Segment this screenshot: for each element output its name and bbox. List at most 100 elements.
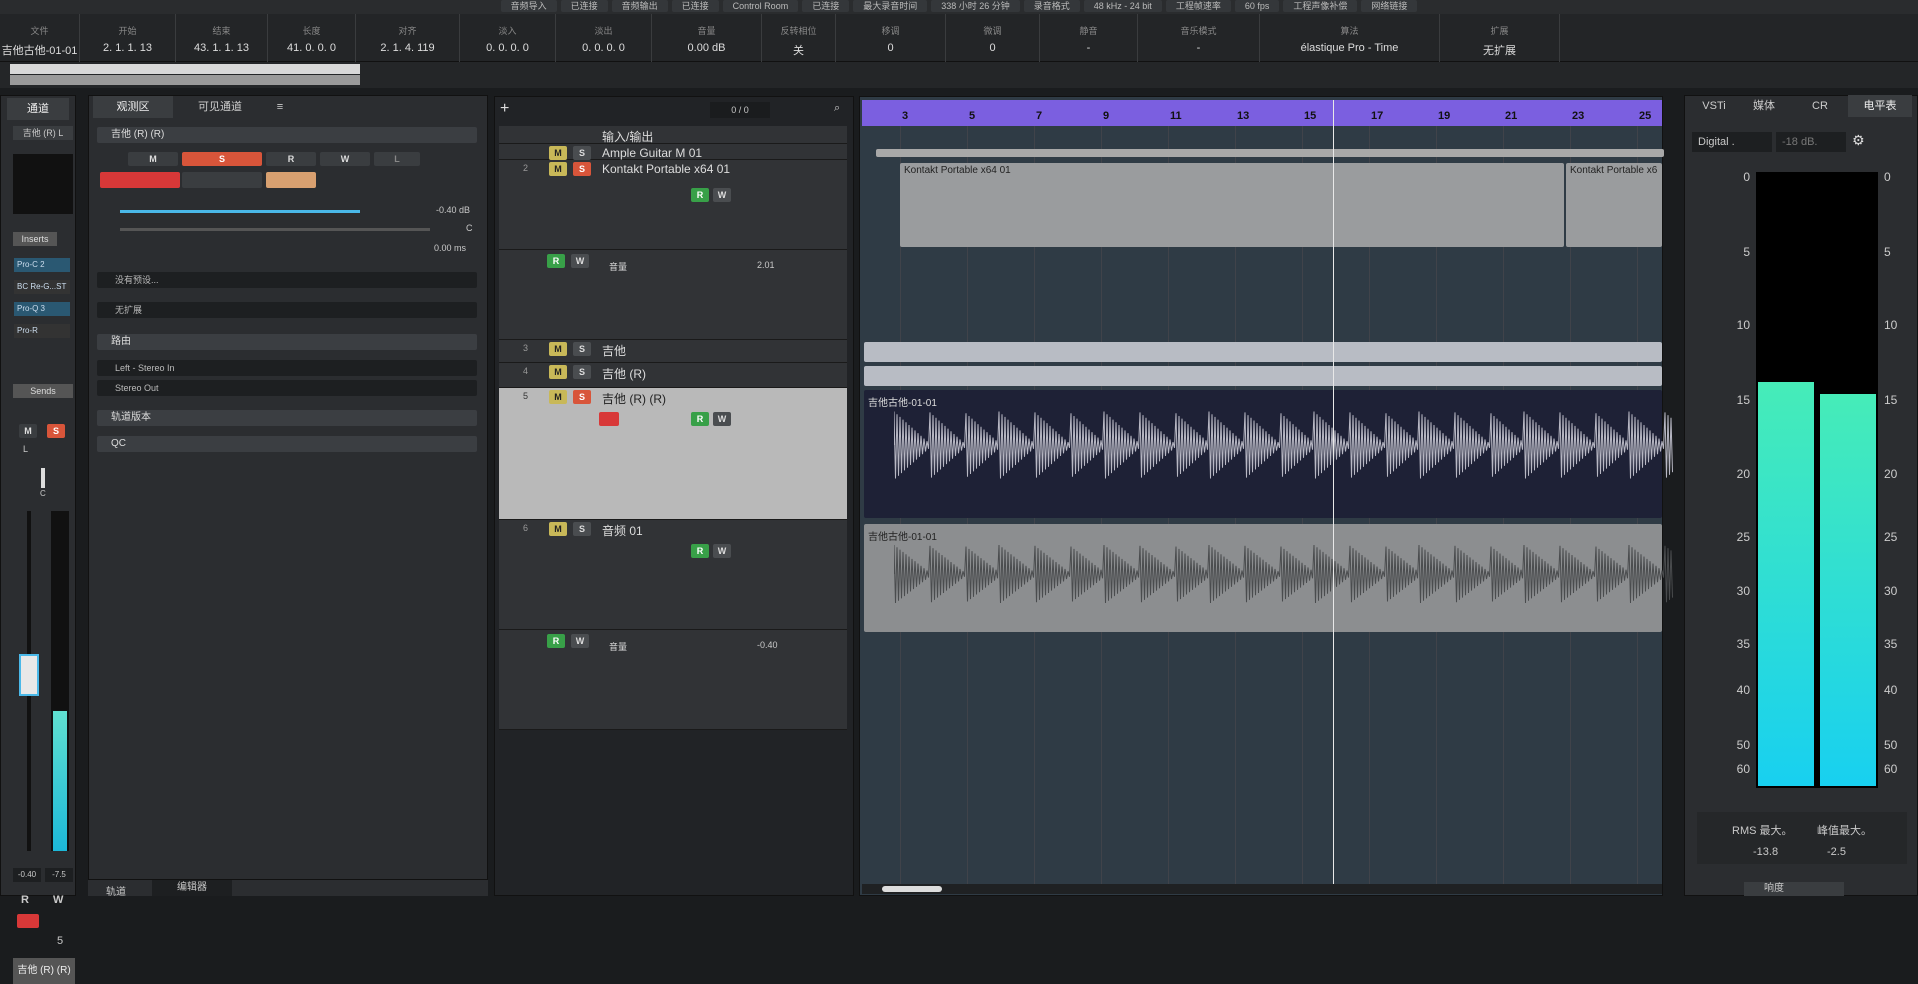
- channel-pan-knob[interactable]: [41, 468, 45, 488]
- track-name[interactable]: 音量: [609, 260, 627, 273]
- info-cell-value[interactable]: 关: [762, 42, 835, 58]
- automation-value[interactable]: 2.01: [757, 260, 775, 270]
- info-cell-value[interactable]: 2. 1. 1. 13: [80, 42, 175, 54]
- inserts-label[interactable]: Inserts: [13, 232, 57, 246]
- tab-channel[interactable]: 通道: [7, 98, 69, 120]
- project-overview[interactable]: [0, 62, 1918, 88]
- track-name[interactable]: Ample Guitar M 01: [602, 146, 702, 160]
- qc-section-header[interactable]: QC: [97, 436, 477, 452]
- horizontal-scroll-thumb[interactable]: [882, 886, 942, 892]
- track-solo-button[interactable]: S: [573, 342, 591, 356]
- track-name[interactable]: 吉他 (R): [602, 365, 646, 382]
- inspector-pan-slider[interactable]: [120, 228, 430, 231]
- sends-label[interactable]: Sends: [13, 384, 73, 398]
- info-cell-value[interactable]: 0.00 dB: [652, 42, 761, 54]
- insert-slot-3[interactable]: Pro-Q 3: [14, 302, 70, 316]
- tab-loudness[interactable]: 响度: [1744, 882, 1844, 896]
- part-audio-6[interactable]: 吉他古他-01-01: [864, 524, 1673, 632]
- part-audio-5[interactable]: 吉他古他-01-01: [864, 390, 1673, 518]
- info-cell[interactable]: 淡入 0. 0. 0. 0: [460, 14, 556, 62]
- channel-eq-display[interactable]: [13, 154, 73, 214]
- channel-record-button[interactable]: [17, 914, 39, 928]
- automation-read-button[interactable]: R: [547, 634, 565, 648]
- info-cell[interactable]: 静音 -: [1040, 14, 1138, 62]
- track-solo-button[interactable]: S: [573, 365, 591, 379]
- part-guitar-4[interactable]: [864, 366, 1662, 386]
- track-mute-button[interactable]: M: [549, 162, 567, 176]
- channel-bottom-name[interactable]: 吉他 (R) (R): [13, 958, 75, 984]
- track-name[interactable]: 输入/输出: [602, 128, 653, 145]
- track-name[interactable]: 音频 01: [602, 522, 643, 539]
- inspector-menu-button[interactable]: ≡: [265, 96, 295, 118]
- track-write-button[interactable]: W: [713, 412, 731, 426]
- search-icon[interactable]: ⌕: [834, 102, 850, 118]
- track-row[interactable]: 6 音频 01 M S R W: [499, 520, 847, 630]
- inspector-read[interactable]: R: [266, 152, 316, 166]
- channel-listen-label[interactable]: L: [23, 444, 28, 454]
- channel-volume-readout[interactable]: -0.40: [13, 868, 41, 882]
- info-cell[interactable]: 音乐模式 -: [1138, 14, 1260, 62]
- track-name[interactable]: 音量: [609, 640, 627, 653]
- track-row[interactable]: 音量 R W 2.01: [499, 250, 847, 340]
- track-read-button[interactable]: R: [691, 544, 709, 558]
- part-kontakt-1[interactable]: Kontakt Portable x64 01: [900, 163, 1564, 247]
- inspector-extension-field[interactable]: 无扩展: [97, 302, 477, 318]
- inspector-delay-value[interactable]: 0.00 ms: [434, 243, 466, 253]
- channel-name[interactable]: 吉他 (R) L: [13, 126, 73, 140]
- automation-write-button[interactable]: W: [571, 634, 589, 648]
- track-row[interactable]: 5 吉他 (R) (R) M S R W: [499, 388, 847, 520]
- track-write-button[interactable]: W: [713, 544, 731, 558]
- track-row[interactable]: 2 Kontakt Portable x64 01 M S R W: [499, 160, 847, 250]
- info-cell-value[interactable]: 0: [836, 42, 945, 54]
- inspector-write[interactable]: W: [320, 152, 370, 166]
- track-mute-button[interactable]: M: [549, 146, 567, 160]
- info-cell-value[interactable]: -: [1138, 42, 1259, 54]
- info-cell[interactable]: 长度 41. 0. 0. 0: [268, 14, 356, 62]
- timeline-ruler[interactable]: 3 5 7 9 11 13 15 17 19 21 23 25: [862, 100, 1662, 126]
- info-cell[interactable]: 移调 0: [836, 14, 946, 62]
- info-cell-value[interactable]: 0. 0. 0. 0: [460, 42, 555, 54]
- tab-visibility[interactable]: 可见通道: [175, 96, 265, 118]
- record-enable-button[interactable]: [599, 412, 619, 426]
- horizontal-scrollbar[interactable]: [862, 884, 1662, 894]
- info-cell[interactable]: 结束 43. 1. 1. 13: [176, 14, 268, 62]
- part-guitar-3[interactable]: [864, 342, 1662, 362]
- track-row[interactable]: 输入/输出: [499, 126, 847, 144]
- info-cell-value[interactable]: 2. 1. 4. 119: [356, 42, 459, 54]
- automation-read-button[interactable]: R: [547, 254, 565, 268]
- inspector-timebase[interactable]: [266, 172, 316, 188]
- track-solo-button[interactable]: S: [573, 162, 591, 176]
- info-cell[interactable]: 扩展 无扩展: [1440, 14, 1560, 62]
- track-row[interactable]: 4 吉他 (R) M S: [499, 363, 847, 388]
- inspector-listen[interactable]: L: [374, 152, 420, 166]
- track-name[interactable]: Kontakt Portable x64 01: [602, 162, 730, 176]
- track-name[interactable]: 吉他 (R) (R): [602, 390, 666, 407]
- track-mute-button[interactable]: M: [549, 390, 567, 404]
- track-write-button[interactable]: W: [713, 188, 731, 202]
- routing-output-select[interactable]: Stereo Out: [97, 380, 477, 396]
- add-track-icon[interactable]: +: [500, 100, 520, 120]
- insert-slot-4[interactable]: Pro-R: [14, 324, 70, 338]
- inspector-monitor[interactable]: [182, 172, 262, 188]
- inspector-solo[interactable]: S: [182, 152, 262, 166]
- info-cell-value[interactable]: 0. 0. 0. 0: [556, 42, 651, 54]
- playhead-cursor[interactable]: [1333, 100, 1334, 890]
- tab-inspector[interactable]: 观测区: [93, 96, 173, 118]
- inspector-preset-field[interactable]: 没有预设...: [97, 272, 477, 288]
- info-cell-value[interactable]: élastique Pro - Time: [1260, 42, 1439, 54]
- automation-write-button[interactable]: W: [571, 254, 589, 268]
- info-cell[interactable]: 淡出 0. 0. 0. 0: [556, 14, 652, 62]
- track-read-button[interactable]: R: [691, 188, 709, 202]
- info-cell-value[interactable]: 43. 1. 1. 13: [176, 42, 267, 54]
- tab-cr[interactable]: CR: [1796, 95, 1844, 117]
- insert-slot-2[interactable]: BC Re-G...ST: [14, 280, 70, 294]
- info-cell-value[interactable]: 0: [946, 42, 1039, 54]
- track-solo-button[interactable]: S: [573, 146, 591, 160]
- info-cell[interactable]: 音量 0.00 dB: [652, 14, 762, 62]
- track-mute-button[interactable]: M: [549, 342, 567, 356]
- inspector-track-header[interactable]: 吉他 (R) (R): [97, 127, 477, 143]
- info-cell-value[interactable]: -: [1040, 42, 1137, 54]
- info-cell[interactable]: 开始 2. 1. 1. 13: [80, 14, 176, 62]
- insert-slot-1[interactable]: Pro-C 2: [14, 258, 70, 272]
- inspector-record-enable[interactable]: [100, 172, 180, 188]
